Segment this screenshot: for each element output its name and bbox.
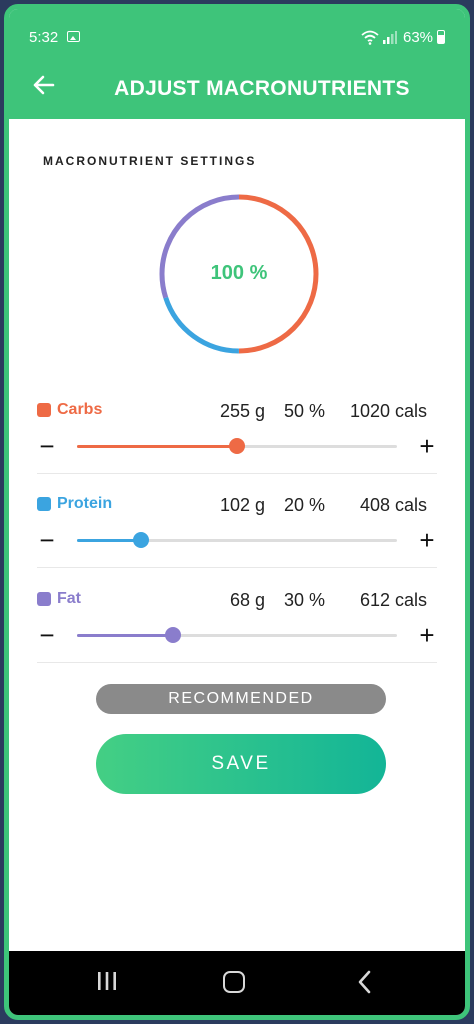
back-icon[interactable] xyxy=(353,969,377,995)
macro-color-swatch xyxy=(37,592,51,606)
recent-apps-icon[interactable] xyxy=(95,969,119,993)
macro-row-fat: Fat 68 g 30 % 612 cals − + xyxy=(37,568,437,663)
macro-name: Fat xyxy=(57,590,81,607)
save-button[interactable]: SAVE xyxy=(96,734,386,794)
battery-percent: 63% xyxy=(403,29,434,46)
signal-icon xyxy=(383,31,397,44)
macro-percent: 30 % xyxy=(283,590,325,610)
phone-frame: 5:32 63% ADJUST MACRONUTRIENTS MACRONUTR… xyxy=(4,4,470,1020)
macro-grams: 255 g xyxy=(219,401,265,421)
fat-slider[interactable] xyxy=(77,627,397,643)
carbs-slider[interactable] xyxy=(77,438,397,454)
macro-percent: 50 % xyxy=(283,401,325,421)
decrease-fat-button[interactable]: − xyxy=(37,622,57,648)
app-bar: ADJUST MACRONUTRIENTS xyxy=(9,53,465,119)
wifi-icon xyxy=(361,30,379,45)
total-percent: 100 % xyxy=(210,262,268,284)
macro-calories: 408 cals xyxy=(359,495,427,515)
status-time: 5:32 xyxy=(29,29,59,46)
slider-fill xyxy=(77,634,173,637)
section-title: MACRONUTRIENT SETTINGS xyxy=(43,154,257,168)
macro-row-carbs: Carbs 255 g 50 % 1020 cals − + xyxy=(37,379,437,474)
macro-calories: 612 cals xyxy=(359,590,427,610)
status-bar: 5:32 63% xyxy=(9,9,465,53)
protein-slider[interactable] xyxy=(77,532,397,548)
macro-grams: 68 g xyxy=(229,590,265,610)
battery-icon xyxy=(437,30,445,44)
macro-grams: 102 g xyxy=(219,495,265,515)
increase-protein-button[interactable]: + xyxy=(417,527,437,553)
system-nav-bar xyxy=(9,951,465,1015)
slider-thumb[interactable] xyxy=(165,627,181,643)
macro-ring-chart: 100 % xyxy=(157,192,321,356)
macro-calories: 1020 cals xyxy=(349,401,427,421)
slider-fill xyxy=(77,539,141,542)
macro-percent: 20 % xyxy=(283,495,325,515)
recommended-button[interactable]: RECOMMENDED xyxy=(96,684,386,714)
increase-carbs-button[interactable]: + xyxy=(417,433,437,459)
gallery-notification-icon xyxy=(67,31,80,42)
home-icon[interactable] xyxy=(223,971,245,993)
macro-name: Protein xyxy=(57,495,113,512)
macro-name: Carbs xyxy=(57,401,103,418)
slider-thumb[interactable] xyxy=(229,438,245,454)
slider-thumb[interactable] xyxy=(133,532,149,548)
increase-fat-button[interactable]: + xyxy=(417,622,437,648)
macro-row-protein: Protein 102 g 20 % 408 cals − + xyxy=(37,473,437,568)
page-title: ADJUST MACRONUTRIENTS xyxy=(114,77,410,100)
slider-fill xyxy=(77,445,237,448)
macro-color-swatch xyxy=(37,497,51,511)
decrease-protein-button[interactable]: − xyxy=(37,527,57,553)
macro-color-swatch xyxy=(37,403,51,417)
decrease-carbs-button[interactable]: − xyxy=(37,433,57,459)
